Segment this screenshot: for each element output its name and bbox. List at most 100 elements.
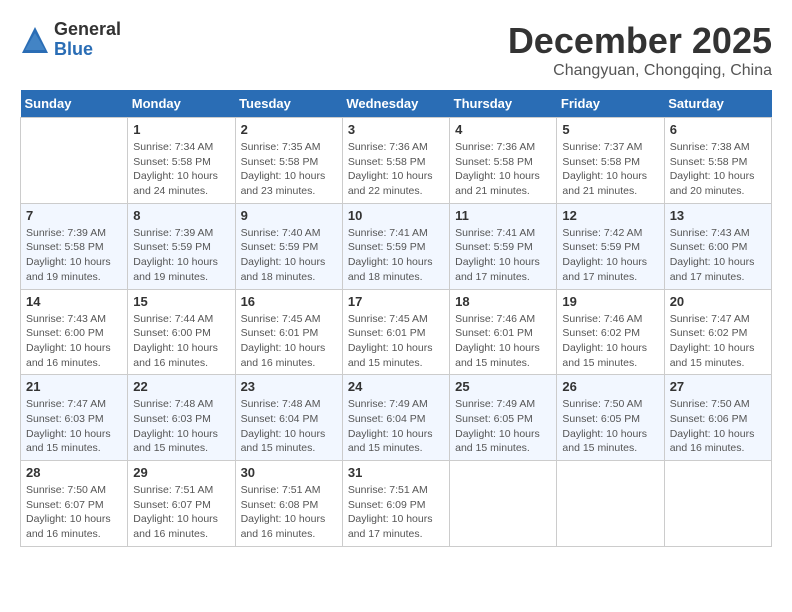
page-header: General Blue December 2025 Changyuan, Ch… [20,20,772,80]
location-title: Changyuan, Chongqing, China [508,62,772,80]
day-number: 15 [133,294,229,309]
weekday-header-thursday: Thursday [450,90,557,118]
calendar-cell: 29 Sunrise: 7:51 AM Sunset: 6:07 PM Dayli… [128,461,235,547]
logo-blue-text: Blue [54,40,121,60]
day-number: 9 [241,208,337,223]
day-info: Sunrise: 7:49 AM Sunset: 6:05 PM Dayligh… [455,397,551,456]
calendar-cell: 4Sunrise: 7:36 AM Sunset: 5:58 PM Daylig… [450,118,557,204]
weekday-header-row: SundayMondayTuesdayWednesdayThursdayFrid… [21,90,772,118]
day-info: Sunrise: 7:47 AM Sunset: 6:03 PM Dayligh… [26,397,122,456]
calendar-cell: 6Sunrise: 7:38 AM Sunset: 5:58 PM Daylig… [664,118,771,204]
logo-text: General Blue [54,20,121,60]
calendar-cell: 31 Sunrise: 7:51 AM Sunset: 6:09 PM Dayli… [342,461,449,547]
calendar-cell: 23Sunrise: 7:48 AM Sunset: 6:04 PM Dayli… [235,375,342,461]
day-info: Sunrise: 7:45 AM Sunset: 6:01 PM Dayligh… [348,312,444,371]
calendar-week-row: 14 Sunrise: 7:43 AM Sunset: 6:00 PM Dayli… [21,289,772,375]
day-info: Sunrise: 7:51 AM Sunset: 6:08 PM Dayligh… [241,483,337,542]
day-number: 5 [562,122,658,137]
calendar-cell [21,118,128,204]
day-info: Sunrise: 7:43 AM Sunset: 6:00 PM Dayligh… [26,312,122,371]
day-number: 28 [26,465,122,480]
day-number: 13 [670,208,766,223]
calendar-week-row: 1Sunrise: 7:34 AM Sunset: 5:58 PM Daylig… [21,118,772,204]
day-info: Sunrise: 7:36 AM Sunset: 5:58 PM Dayligh… [348,140,444,199]
calendar-cell: 20Sunrise: 7:47 AM Sunset: 6:02 PM Dayli… [664,289,771,375]
day-info: Sunrise: 7:42 AM Sunset: 5:59 PM Dayligh… [562,226,658,285]
day-info: Sunrise: 7:48 AM Sunset: 6:04 PM Dayligh… [241,397,337,456]
calendar-cell: 19 Sunrise: 7:46 AM Sunset: 6:02 PM Dayli… [557,289,664,375]
day-info: Sunrise: 7:40 AM Sunset: 5:59 PM Dayligh… [241,226,337,285]
calendar-cell: 18Sunrise: 7:46 AM Sunset: 6:01 PM Dayli… [450,289,557,375]
logo: General Blue [20,20,121,60]
calendar-cell: 21Sunrise: 7:47 AM Sunset: 6:03 PM Dayli… [21,375,128,461]
day-number: 6 [670,122,766,137]
calendar-cell: 22 Sunrise: 7:48 AM Sunset: 6:03 PM Dayli… [128,375,235,461]
calendar-week-row: 28 Sunrise: 7:50 AM Sunset: 6:07 PM Dayli… [21,461,772,547]
logo-general-text: General [54,20,121,40]
day-number: 14 [26,294,122,309]
day-number: 10 [348,208,444,223]
weekday-header-tuesday: Tuesday [235,90,342,118]
weekday-header-wednesday: Wednesday [342,90,449,118]
day-number: 3 [348,122,444,137]
calendar-cell [557,461,664,547]
calendar-cell: 27 Sunrise: 7:50 AM Sunset: 6:06 PM Dayli… [664,375,771,461]
calendar-cell [450,461,557,547]
day-info: Sunrise: 7:39 AM Sunset: 5:59 PM Dayligh… [133,226,229,285]
calendar-cell: 30 Sunrise: 7:51 AM Sunset: 6:08 PM Dayli… [235,461,342,547]
day-info: Sunrise: 7:48 AM Sunset: 6:03 PM Dayligh… [133,397,229,456]
day-info: Sunrise: 7:46 AM Sunset: 6:01 PM Dayligh… [455,312,551,371]
day-info: Sunrise: 7:51 AM Sunset: 6:07 PM Dayligh… [133,483,229,542]
calendar-cell: 15 Sunrise: 7:44 AM Sunset: 6:00 PM Dayli… [128,289,235,375]
calendar-cell: 24Sunrise: 7:49 AM Sunset: 6:04 PM Dayli… [342,375,449,461]
weekday-header-monday: Monday [128,90,235,118]
day-number: 31 [348,465,444,480]
calendar-cell: 10 Sunrise: 7:41 AM Sunset: 5:59 PM Dayli… [342,203,449,289]
calendar-cell [664,461,771,547]
day-info: Sunrise: 7:39 AM Sunset: 5:58 PM Dayligh… [26,226,122,285]
calendar-cell: 13Sunrise: 7:43 AM Sunset: 6:00 PM Dayli… [664,203,771,289]
calendar-table: SundayMondayTuesdayWednesdayThursdayFrid… [20,90,772,547]
calendar-cell: 9 Sunrise: 7:40 AM Sunset: 5:59 PM Daylig… [235,203,342,289]
day-number: 24 [348,379,444,394]
day-number: 26 [562,379,658,394]
weekday-header-saturday: Saturday [664,90,771,118]
calendar-cell: 2 Sunrise: 7:35 AM Sunset: 5:58 PM Daylig… [235,118,342,204]
day-info: Sunrise: 7:46 AM Sunset: 6:02 PM Dayligh… [562,312,658,371]
calendar-cell: 7 Sunrise: 7:39 AM Sunset: 5:58 PM Daylig… [21,203,128,289]
day-info: Sunrise: 7:44 AM Sunset: 6:00 PM Dayligh… [133,312,229,371]
day-info: Sunrise: 7:51 AM Sunset: 6:09 PM Dayligh… [348,483,444,542]
day-info: Sunrise: 7:41 AM Sunset: 5:59 PM Dayligh… [348,226,444,285]
day-number: 19 [562,294,658,309]
calendar-cell: 16Sunrise: 7:45 AM Sunset: 6:01 PM Dayli… [235,289,342,375]
day-number: 20 [670,294,766,309]
day-number: 29 [133,465,229,480]
day-info: Sunrise: 7:37 AM Sunset: 5:58 PM Dayligh… [562,140,658,199]
day-number: 2 [241,122,337,137]
weekday-header-sunday: Sunday [21,90,128,118]
calendar-cell: 5 Sunrise: 7:37 AM Sunset: 5:58 PM Daylig… [557,118,664,204]
day-info: Sunrise: 7:45 AM Sunset: 6:01 PM Dayligh… [241,312,337,371]
day-number: 30 [241,465,337,480]
calendar-cell: 14 Sunrise: 7:43 AM Sunset: 6:00 PM Dayli… [21,289,128,375]
calendar-cell: 25 Sunrise: 7:49 AM Sunset: 6:05 PM Dayli… [450,375,557,461]
title-area: December 2025 Changyuan, Chongqing, Chin… [508,20,772,80]
day-info: Sunrise: 7:50 AM Sunset: 6:05 PM Dayligh… [562,397,658,456]
day-info: Sunrise: 7:36 AM Sunset: 5:58 PM Dayligh… [455,140,551,199]
calendar-week-row: 7 Sunrise: 7:39 AM Sunset: 5:58 PM Daylig… [21,203,772,289]
day-info: Sunrise: 7:41 AM Sunset: 5:59 PM Dayligh… [455,226,551,285]
day-number: 27 [670,379,766,394]
calendar-cell: 8 Sunrise: 7:39 AM Sunset: 5:59 PM Daylig… [128,203,235,289]
day-info: Sunrise: 7:50 AM Sunset: 6:06 PM Dayligh… [670,397,766,456]
day-number: 22 [133,379,229,394]
weekday-header-friday: Friday [557,90,664,118]
day-number: 17 [348,294,444,309]
day-number: 1 [133,122,229,137]
day-number: 25 [455,379,551,394]
calendar-cell: 1Sunrise: 7:34 AM Sunset: 5:58 PM Daylig… [128,118,235,204]
day-number: 8 [133,208,229,223]
day-number: 7 [26,208,122,223]
day-info: Sunrise: 7:50 AM Sunset: 6:07 PM Dayligh… [26,483,122,542]
day-number: 12 [562,208,658,223]
day-info: Sunrise: 7:35 AM Sunset: 5:58 PM Dayligh… [241,140,337,199]
